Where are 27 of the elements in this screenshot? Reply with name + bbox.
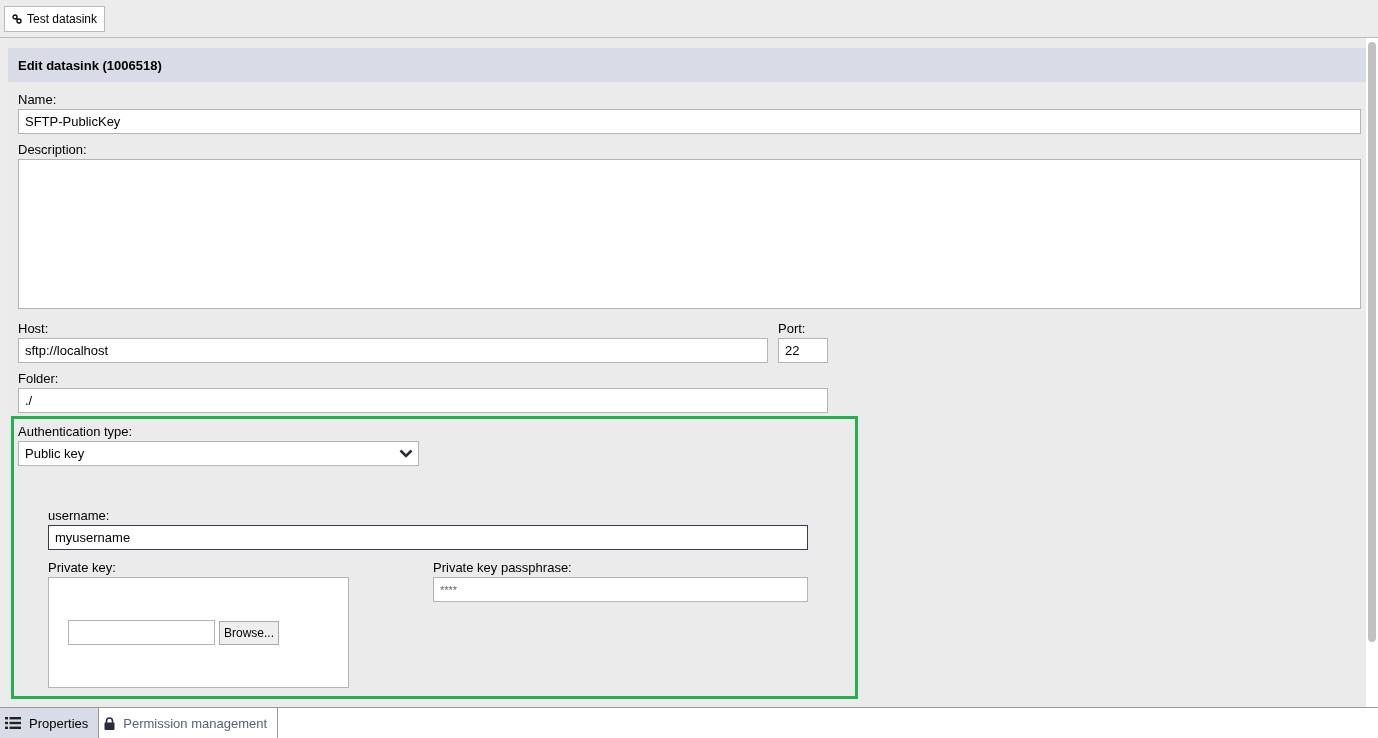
scrollbar[interactable] [1366,38,1378,707]
lock-icon [104,716,116,730]
list-icon [5,717,21,729]
field-label: Host: [18,321,50,336]
field-label: Name: [18,92,58,107]
folder-field[interactable]: ./ [18,388,828,413]
field-label: Private key: [48,560,117,575]
field-label: Private key passphrase: [433,560,573,575]
authentication-type-select[interactable]: Public key [18,441,419,466]
username-field[interactable]: myusername [48,525,808,550]
chevron-down-icon [399,449,413,458]
file-path-field[interactable] [68,620,215,645]
host-field[interactable]: sftp://localhost [18,338,768,363]
browse-button[interactable]: Browse... [219,620,279,645]
port-field[interactable]: 22 [778,338,828,363]
description-field[interactable] [18,159,1361,309]
field-label: username: [48,508,111,523]
field-label: Folder: [18,371,60,386]
field-label: Authentication type: [18,424,134,439]
tab[interactable]: Properties [0,708,100,738]
test-datasink-button[interactable]: Test datasink [4,5,106,32]
field-label: Port: [778,321,807,336]
panel-title: Edit datasink (1006518) [18,57,162,73]
field-label: Description: [18,142,88,157]
passphrase-field[interactable]: **** [433,577,808,602]
link-icon [12,13,22,24]
name-field[interactable]: SFTP-PublicKey [18,109,1361,134]
